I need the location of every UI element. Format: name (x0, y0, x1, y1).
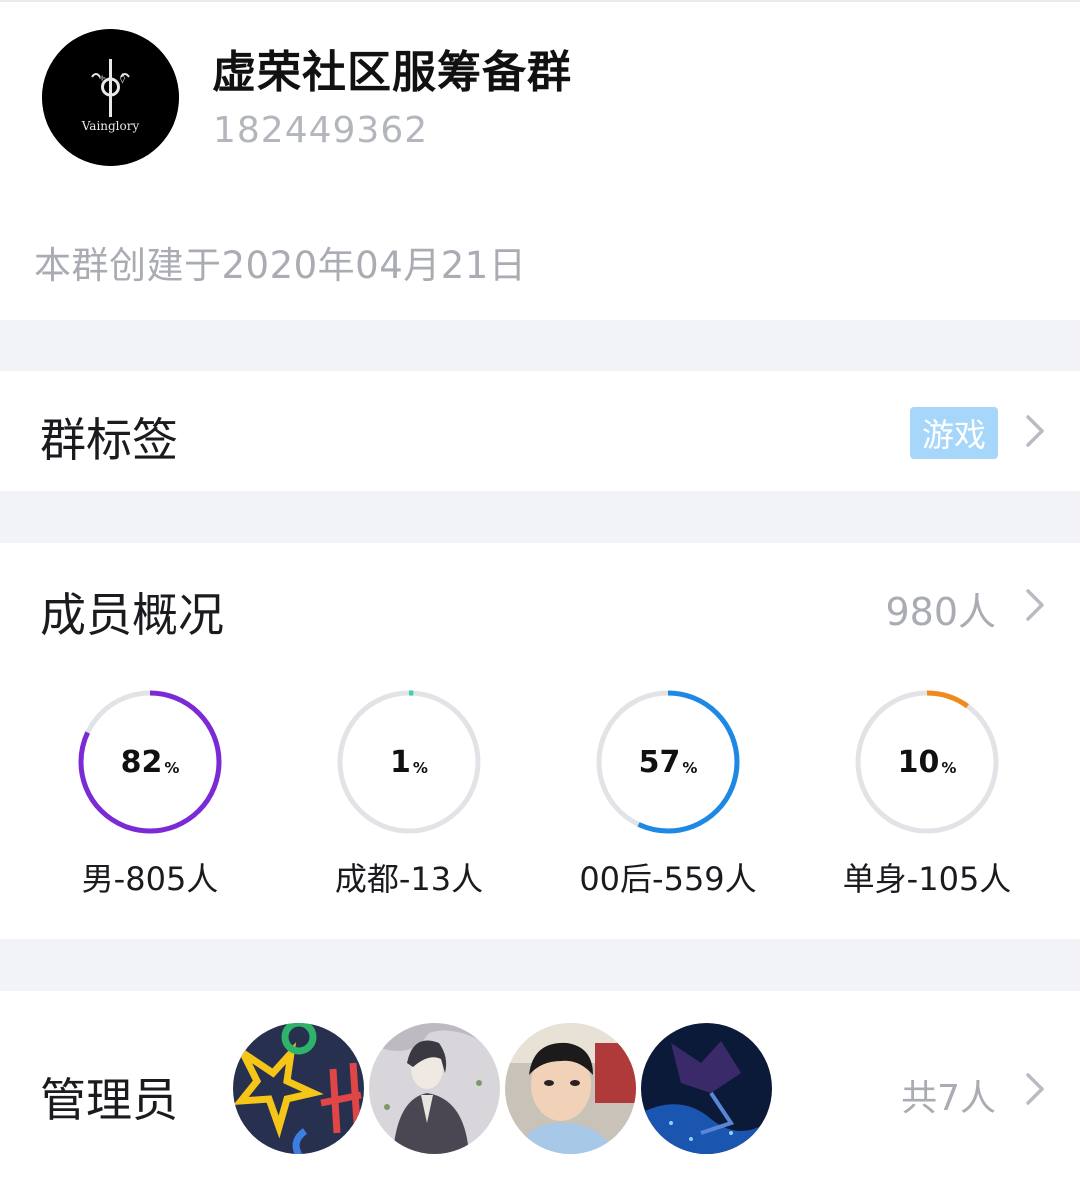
chevron-right-icon (1022, 413, 1048, 449)
stat-unit: % (412, 759, 428, 777)
member-overview: 成员概况 980人 82% 男-805人 1% 成都-13人 57% 00后-5… (0, 543, 1080, 939)
group-tags-row[interactable]: 群标签 游戏 (0, 371, 1080, 491)
stat-value: 57 (638, 744, 681, 780)
stat-gender[interactable]: 82% 男-805人 (50, 688, 250, 900)
stat-value: 10 (897, 744, 940, 780)
progress-ring: 82% (76, 688, 224, 836)
svg-text:◊: ◊ (120, 72, 125, 84)
chevron-right-icon (1022, 1071, 1048, 1107)
avatar-selfie-icon[interactable] (505, 1023, 636, 1154)
admin-count: 共7人 (901, 1078, 996, 1119)
avatar-letters-icon[interactable] (233, 1023, 364, 1154)
stat-value: 1 (390, 744, 411, 780)
svg-text:÷: ÷ (98, 73, 106, 84)
stat-city[interactable]: 1% 成都-13人 (309, 688, 509, 900)
stat-unit: % (682, 759, 698, 777)
group-name: 虚荣社区服筹备群 (212, 47, 572, 98)
stat-single[interactable]: 10% 单身-105人 (827, 688, 1027, 900)
stat-label: 单身-105人 (842, 860, 1012, 898)
group-tags-title: 群标签 (40, 413, 178, 467)
stat-label: 00后-559人 (579, 860, 757, 898)
group-created-date: 本群创建于2020年04月21日 (34, 244, 527, 287)
avatar-ink-portrait-icon[interactable] (369, 1023, 500, 1154)
progress-ring: 1% (335, 688, 483, 836)
tag-badge: 游戏 (910, 407, 998, 459)
progress-ring: 10% (853, 688, 1001, 836)
stat-value: 82 (120, 744, 163, 780)
stat-unit: % (164, 759, 180, 777)
chevron-right-icon[interactable] (1022, 587, 1048, 623)
member-overview-title: 成员概况 (40, 588, 224, 642)
stat-age[interactable]: 57% 00后-559人 (568, 688, 768, 900)
vainglory-logo-icon: ÷ ◊ Vainglory (42, 29, 179, 166)
group-avatar[interactable]: ÷ ◊ Vainglory (42, 29, 179, 166)
member-count[interactable]: 980人 (885, 581, 996, 636)
avatar-mecha-icon[interactable] (641, 1023, 772, 1154)
stat-unit: % (941, 759, 957, 777)
admins-row[interactable]: 管理员 共7人 (0, 991, 1080, 1184)
progress-ring: 57% (594, 688, 742, 836)
group-header: ÷ ◊ Vainglory 虚荣社区服筹备群 182449362 本群创建于20… (0, 0, 1080, 320)
stat-label: 成都-13人 (334, 860, 484, 898)
svg-text:Vainglory: Vainglory (81, 119, 140, 133)
stat-label: 男-805人 (81, 860, 219, 898)
group-id[interactable]: 182449362 (213, 110, 428, 151)
admins-title: 管理员 (40, 1073, 178, 1127)
